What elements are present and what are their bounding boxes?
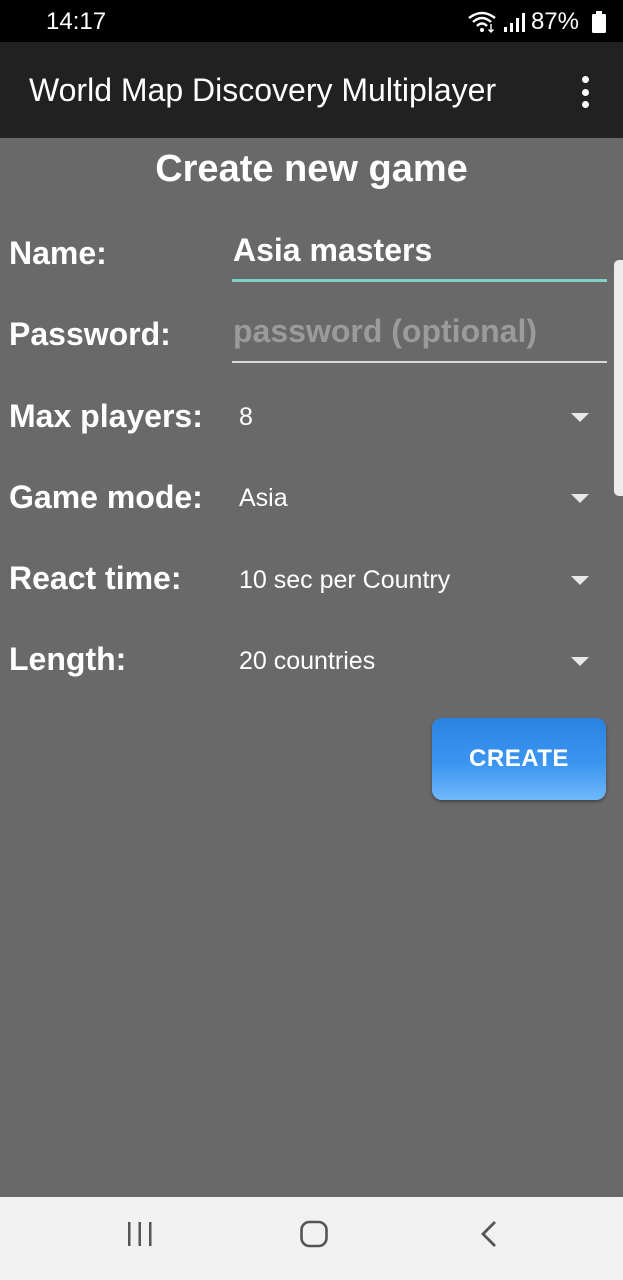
length-value: 20 countries: [239, 647, 376, 675]
dropdown-arrow-icon: [571, 494, 589, 503]
page-title: Create new game: [155, 148, 468, 190]
name-label: Name:: [9, 235, 107, 271]
max-players-value: 8: [239, 403, 253, 431]
name-input-value: Asia masters: [233, 232, 433, 268]
create-button[interactable]: CREATE: [432, 718, 606, 800]
navigation-bar: [0, 1197, 623, 1280]
max-players-dropdown[interactable]: 8: [232, 393, 607, 443]
game-mode-value: Asia: [239, 484, 288, 512]
name-input[interactable]: Asia masters: [232, 232, 607, 282]
back-icon[interactable]: [478, 1219, 500, 1249]
app-bar: World Map Discovery Multiplayer: [0, 42, 623, 138]
max-players-label: Max players:: [9, 398, 203, 434]
dropdown-arrow-icon: [571, 576, 589, 585]
status-time: 14:17: [46, 8, 107, 35]
wifi-icon: [468, 11, 496, 33]
app-title: World Map Discovery Multiplayer: [29, 72, 497, 108]
game-mode-dropdown[interactable]: Asia: [232, 474, 607, 524]
react-time-dropdown[interactable]: 10 sec per Country: [232, 556, 607, 606]
home-icon[interactable]: [299, 1219, 329, 1249]
scroll-indicator[interactable]: [614, 260, 623, 496]
dropdown-arrow-icon: [571, 413, 589, 422]
react-time-label: React time:: [9, 560, 182, 596]
password-placeholder: password (optional): [233, 313, 537, 349]
password-input[interactable]: password (optional): [232, 313, 607, 363]
battery-icon: [592, 11, 606, 33]
create-game-form: Create new game Name: Asia masters Passw…: [0, 138, 623, 1197]
password-label: Password:: [9, 316, 171, 352]
overflow-menu-icon[interactable]: [575, 76, 595, 108]
recent-apps-icon[interactable]: [126, 1219, 154, 1249]
length-label: Length:: [9, 641, 127, 677]
length-dropdown[interactable]: 20 countries: [232, 637, 607, 687]
game-mode-label: Game mode:: [9, 479, 203, 515]
status-icons: 87%: [467, 8, 579, 36]
react-time-value: 10 sec per Country: [239, 566, 451, 594]
signal-icon: [503, 13, 525, 32]
status-bar: 14:17 87%: [0, 0, 623, 42]
battery-percent: 87%: [530, 8, 579, 35]
dropdown-arrow-icon: [571, 657, 589, 666]
